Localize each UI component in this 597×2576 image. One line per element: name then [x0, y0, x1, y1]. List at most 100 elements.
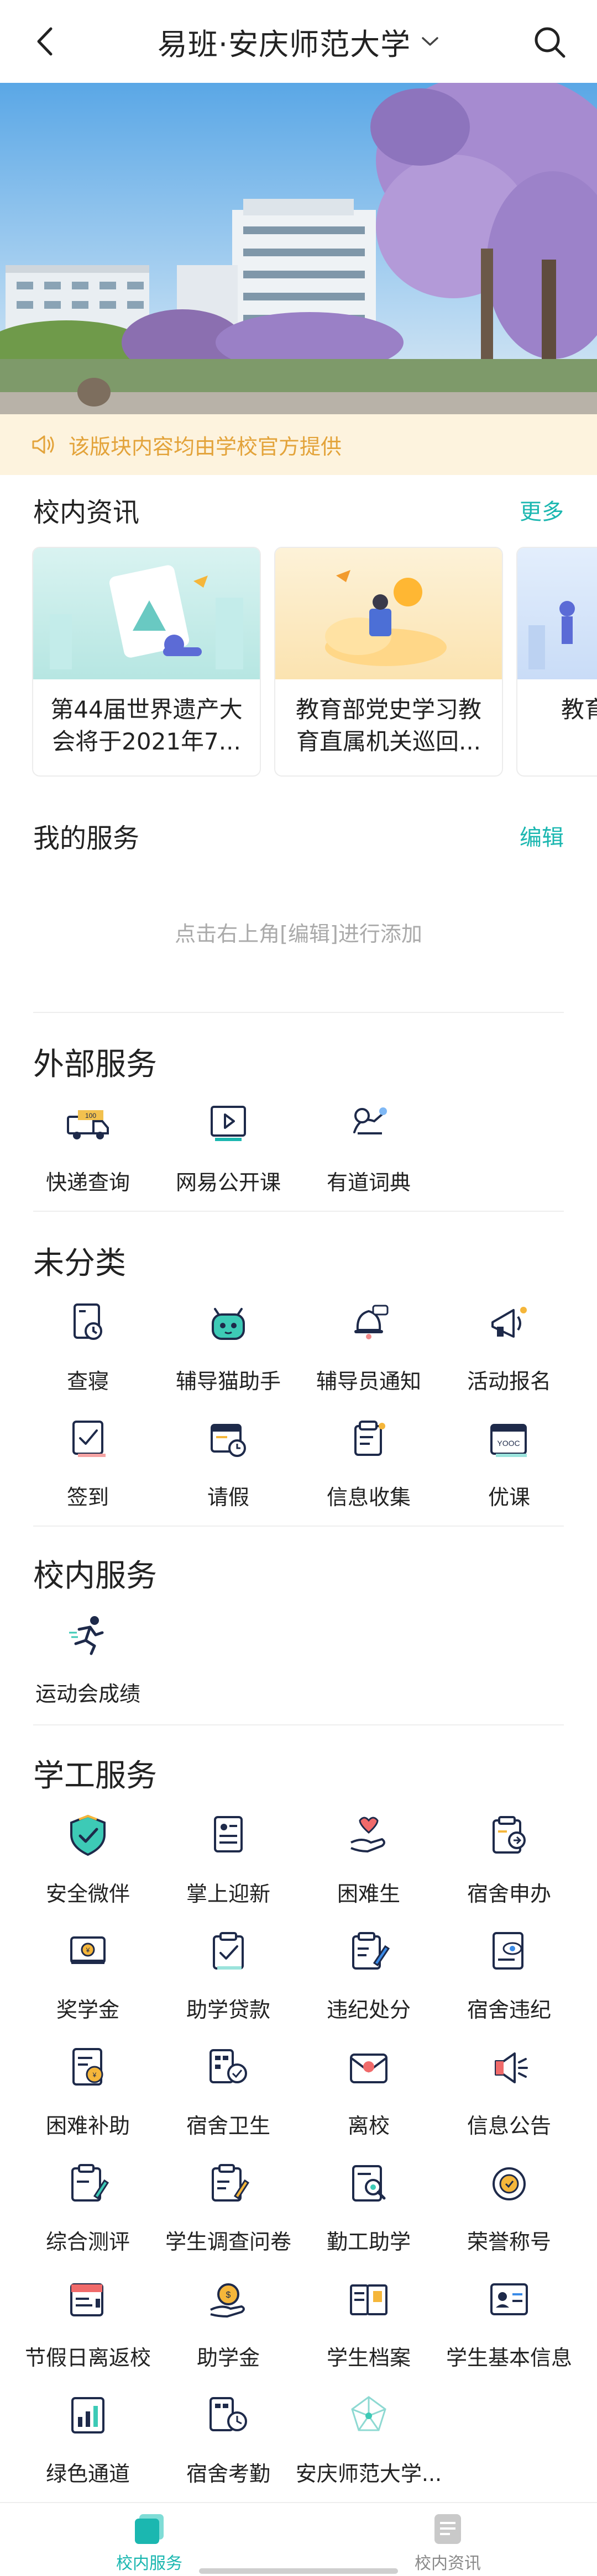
- news-card-illustration: [517, 548, 597, 679]
- service-item[interactable]: $ 助学金: [158, 2264, 298, 2380]
- service-item[interactable]: 活动报名: [439, 1288, 579, 1404]
- top-bar: 易班·安庆师范大学: [0, 0, 597, 83]
- service-label: 掌上迎新: [186, 1882, 270, 1906]
- service-label: 网易公开课: [175, 1170, 281, 1195]
- service-label: 综合测评: [45, 2230, 130, 2254]
- service-item[interactable]: 绿色通道: [18, 2380, 158, 2496]
- news-card[interactable]: 教育部年全国: [516, 547, 597, 777]
- service-label: 宿舍考勤: [186, 2462, 270, 2486]
- leave-school-icon: [350, 2054, 387, 2083]
- service-item[interactable]: 运动会成绩: [18, 1601, 158, 1717]
- service-item[interactable]: 100 快递查询: [18, 1089, 158, 1205]
- service-item[interactable]: 荣誉称号: [439, 2149, 579, 2264]
- home-indicator: [199, 2568, 398, 2574]
- campus-selector[interactable]: 易班·安庆师范大学: [158, 20, 439, 64]
- service-item[interactable]: 综合测评: [18, 2149, 158, 2264]
- green-channel-icon: [71, 2397, 104, 2434]
- service-item[interactable]: 宿舍申办: [439, 1801, 579, 1917]
- news-card-illustration: [275, 548, 502, 679]
- survey-icon: [212, 2164, 250, 2202]
- campus-news-icon: [434, 2514, 461, 2544]
- service-label: 有道词典: [326, 1170, 411, 1195]
- campus-banner-image[interactable]: [0, 83, 597, 414]
- service-label: 困难补助: [45, 2114, 130, 2138]
- dorm-apply-icon: [493, 1816, 526, 1854]
- svg-text:¥: ¥: [86, 1946, 90, 1954]
- news-card[interactable]: 教育部党史学习教育直属机关巡回...: [274, 547, 503, 777]
- discipline-icon: [352, 1932, 390, 1970]
- service-label: 荣誉称号: [467, 2230, 551, 2254]
- loan-clipboard-icon: [213, 1932, 244, 1970]
- news-card-illustration: [33, 548, 260, 679]
- leave-calendar-icon: [211, 1424, 246, 1457]
- nav-campus-news[interactable]: 校内资讯: [298, 2503, 597, 2576]
- service-item[interactable]: 有道词典: [298, 1089, 439, 1205]
- svg-text:100: 100: [85, 1112, 96, 1120]
- newcomer-doc-icon: [214, 1816, 243, 1852]
- service-item[interactable]: 信息公告: [439, 2033, 579, 2149]
- service-item[interactable]: 签到: [18, 1404, 158, 1520]
- edit-link[interactable]: 编辑: [520, 820, 564, 852]
- subsidy-icon: ¥: [72, 2048, 103, 2086]
- campus-services-grid: 运动会成绩: [18, 1601, 579, 1717]
- news-card[interactable]: 第44届世界遗产大会将于2021年7...: [32, 547, 261, 777]
- service-item[interactable]: 宿舍考勤: [158, 2380, 298, 2496]
- service-item[interactable]: 宿舍违纪: [439, 1917, 579, 2033]
- news-card-title: 教育部年全国: [561, 696, 597, 723]
- news-card-title: 教育部党史学习教育直属机关巡回...: [295, 696, 481, 755]
- runner-icon: [69, 1616, 104, 1655]
- announcement-icon: [495, 2052, 528, 2083]
- service-item[interactable]: 查寝: [18, 1288, 158, 1404]
- service-item[interactable]: 助学贷款: [158, 1917, 298, 2033]
- svg-text:$: $: [226, 2290, 231, 2300]
- service-item[interactable]: 节假日离返校: [18, 2264, 158, 2380]
- svg-text:YOOC: YOOC: [497, 1439, 520, 1448]
- service-item[interactable]: 学生档案: [298, 2264, 439, 2380]
- service-item[interactable]: 辅导员通知: [298, 1288, 439, 1404]
- divider: [33, 1724, 564, 1725]
- chevron-down-icon: [422, 37, 438, 46]
- news-more-link[interactable]: 更多: [520, 494, 564, 526]
- service-item[interactable]: 信息收集: [298, 1404, 439, 1520]
- service-item[interactable]: 辅导猫助手: [158, 1288, 298, 1404]
- uncategorized-grid: 查寝 辅导猫助手 辅导员通知 活动报名签到 请假 信息收集 YOOC 优课: [18, 1288, 579, 1520]
- service-label: 运动会成绩: [35, 1682, 140, 1706]
- nav-campus-service[interactable]: 校内服务: [0, 2503, 298, 2576]
- service-item[interactable]: 掌上迎新: [158, 1801, 298, 1917]
- speaker-icon: [32, 435, 54, 454]
- service-item[interactable]: 安全微伴: [18, 1801, 158, 1917]
- service-label: 离校: [347, 2114, 390, 2138]
- divider: [33, 1525, 564, 1527]
- news-card-title: 第44届世界遗产大会将于2021年7...: [50, 696, 243, 755]
- service-item[interactable]: 离校: [298, 2033, 439, 2149]
- medal-icon: [493, 2167, 526, 2200]
- service-item[interactable]: 安庆师范大学...: [296, 2380, 442, 2496]
- notification-bell-icon: [354, 1305, 389, 1339]
- external-services-grid: 100 快递查询 网易公开课 有道词典: [18, 1089, 579, 1205]
- news-carousel[interactable]: 第44届世界遗产大会将于2021年7... 教育部党史学习教育直属机关巡回...…: [32, 547, 597, 779]
- service-label: 优课: [488, 1485, 530, 1509]
- external-services-title: 外部服务: [33, 1047, 157, 1083]
- service-label: 奖学金: [56, 1998, 119, 2022]
- service-item[interactable]: 勤工助学: [298, 2149, 439, 2264]
- service-item[interactable]: 困难生: [298, 1801, 439, 1917]
- dorm-check-icon: [74, 1303, 102, 1340]
- service-item[interactable]: 请假: [158, 1404, 298, 1520]
- service-item[interactable]: 网易公开课: [158, 1089, 298, 1205]
- divider: [33, 1012, 564, 1013]
- heart-hand-icon: [350, 1817, 385, 1852]
- service-item[interactable]: 宿舍卫生: [158, 2033, 298, 2149]
- service-item[interactable]: 违纪处分: [298, 1917, 439, 2033]
- service-label: 学生基本信息: [446, 2346, 572, 2370]
- search-icon[interactable]: [532, 24, 568, 61]
- service-item[interactable]: ¥ 奖学金: [18, 1917, 158, 2033]
- service-item[interactable]: 学生调查问卷: [158, 2149, 298, 2264]
- divider: [33, 1211, 564, 1212]
- service-label: 节假日离返校: [24, 2346, 151, 2370]
- service-item[interactable]: 学生基本信息: [439, 2264, 579, 2380]
- service-item[interactable]: YOOC 优课: [439, 1404, 579, 1520]
- megaphone-icon: [491, 1307, 527, 1338]
- service-item[interactable]: ¥ 困难补助: [18, 2033, 158, 2149]
- dictionary-icon: [353, 1107, 387, 1134]
- back-arrow-icon[interactable]: [29, 24, 63, 59]
